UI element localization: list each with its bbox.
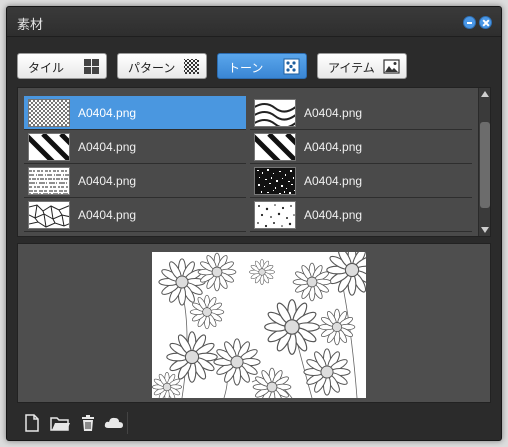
tab-item-label: アイテム	[328, 61, 375, 75]
material-filename: A0404.png	[304, 140, 363, 154]
material-item[interactable]: A0404.png	[250, 198, 472, 232]
thumbnail-checker	[28, 99, 70, 127]
thumbnail-diagonal	[254, 133, 296, 161]
thumbnail-cracked	[28, 201, 70, 229]
cloud-icon[interactable]	[103, 412, 125, 434]
material-item[interactable]: A0404.png	[24, 164, 246, 198]
material-filename: A0404.png	[304, 174, 363, 188]
material-item[interactable]: A0404.png	[250, 96, 472, 130]
tone-dots-icon	[283, 58, 300, 75]
material-filename: A0404.png	[304, 106, 363, 120]
material-filename: A0404.png	[78, 140, 137, 154]
open-folder-icon[interactable]	[49, 412, 71, 434]
material-item[interactable]: A0404.png	[24, 198, 246, 232]
preview-area	[17, 243, 491, 403]
tab-pattern-label: パターン	[128, 61, 176, 75]
bottom-toolbar	[7, 406, 501, 440]
tab-tone[interactable]: トーン	[217, 53, 307, 79]
tab-tile[interactable]: タイル	[17, 53, 107, 79]
trash-icon[interactable]	[77, 412, 99, 434]
titlebar[interactable]: 素材	[7, 7, 501, 37]
tab-item[interactable]: アイテム	[317, 53, 407, 79]
material-item[interactable]: A0404.png	[24, 96, 246, 130]
thumbnail-sparse-dots	[254, 201, 296, 229]
list-scrollbar[interactable]	[478, 88, 490, 236]
scroll-thumb[interactable]	[480, 122, 490, 208]
toolbar-separator	[127, 412, 128, 434]
tab-pattern[interactable]: パターン	[117, 53, 207, 79]
scroll-up-icon[interactable]	[480, 89, 490, 99]
pattern-checker-icon	[184, 59, 199, 74]
item-image-icon	[383, 59, 400, 74]
material-filename: A0404.png	[304, 208, 363, 222]
material-filename: A0404.png	[78, 106, 137, 120]
material-filename: A0404.png	[78, 208, 137, 222]
preview-image	[152, 252, 366, 398]
thumbnail-dense-noise	[254, 167, 296, 195]
thumbnail-horizontal-noise	[28, 167, 70, 195]
tab-tile-label: タイル	[28, 61, 65, 75]
window-title: 素材	[17, 18, 44, 33]
material-item[interactable]: A0404.png	[24, 130, 246, 164]
minimize-icon[interactable]	[463, 16, 476, 29]
scroll-down-icon[interactable]	[480, 225, 490, 235]
new-file-icon[interactable]	[21, 412, 43, 434]
close-icon[interactable]	[479, 16, 492, 29]
material-item[interactable]: A0404.png	[250, 130, 472, 164]
material-filename: A0404.png	[78, 174, 137, 188]
thumbnail-diagonal	[28, 133, 70, 161]
material-item[interactable]: A0404.png	[250, 164, 472, 198]
thumbnail-wavy	[254, 99, 296, 127]
tab-tone-label: トーン	[228, 61, 264, 75]
material-palette-window: 素材 タイル パターン トーン アイテム A0404.png A0404.png…	[6, 6, 502, 441]
tile-grid-icon	[84, 59, 99, 74]
material-list: A0404.png A0404.png A0404.png A0404.png …	[17, 87, 491, 237]
